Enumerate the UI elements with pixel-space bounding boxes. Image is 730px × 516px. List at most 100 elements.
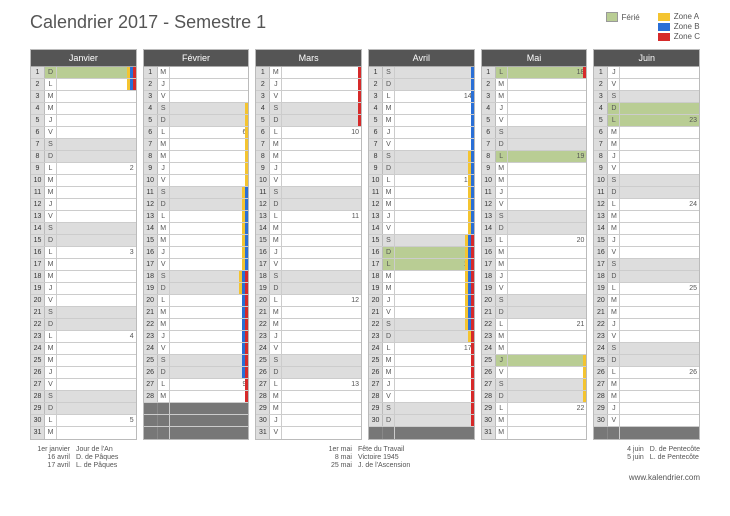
day-row: 20M: [594, 295, 699, 307]
day-of-week: J: [45, 367, 57, 378]
day-number: 1: [256, 67, 270, 78]
zone-bar-c: [471, 343, 474, 354]
zone-bars: [245, 379, 248, 390]
day-number: 12: [369, 199, 383, 210]
day-of-week: M: [45, 343, 57, 354]
day-number: 20: [369, 295, 383, 306]
day-of-week: M: [158, 319, 170, 330]
day-row: 14D: [482, 223, 587, 235]
day-row: 24M: [482, 343, 587, 355]
zone-bars: [358, 91, 361, 102]
day-of-week: M: [608, 223, 620, 234]
day-number: 7: [144, 139, 158, 150]
zone-bars: [242, 295, 248, 306]
day-number: 4: [144, 103, 158, 114]
day-of-week: S: [608, 259, 620, 270]
day-cell: [620, 379, 699, 390]
day-of-week: M: [158, 235, 170, 246]
day-number: 13: [594, 211, 608, 222]
day-of-week: V: [383, 223, 395, 234]
day-of-week: V: [383, 307, 395, 318]
day-of-week: V: [383, 391, 395, 402]
day-number: 31: [482, 427, 496, 439]
day-of-week: D: [383, 331, 395, 342]
day-cell: 12: [282, 295, 361, 306]
day-of-week: S: [45, 391, 57, 402]
day-cell: [620, 259, 699, 270]
zone-bars: [465, 283, 474, 294]
zone-bar-c: [583, 67, 586, 78]
day-cell: [620, 223, 699, 234]
zone-bar-b: [471, 127, 474, 138]
day-cell: [620, 415, 699, 426]
day-cell: [282, 223, 361, 234]
day-cell: [508, 307, 587, 318]
day-number: 28: [594, 391, 608, 402]
day-number: 6: [144, 127, 158, 138]
day-of-week: V: [496, 115, 508, 126]
day-number: 20: [482, 295, 496, 306]
day-of-week: S: [158, 271, 170, 282]
day-row: 2L1: [31, 79, 136, 91]
day-number: 30: [482, 415, 496, 426]
day-row: 18M: [31, 271, 136, 283]
day-row: 5V: [482, 115, 587, 127]
day-row: 14M: [594, 223, 699, 235]
day-cell: [620, 355, 699, 366]
day-cell: [170, 331, 249, 342]
day-row: 12D: [144, 199, 249, 211]
zone-c-label: Zone C: [674, 32, 700, 41]
day-number: 14: [256, 223, 270, 234]
day-cell: [395, 307, 474, 318]
day-cell: [620, 235, 699, 246]
zone-bars: [468, 211, 474, 222]
day-of-week: J: [158, 79, 170, 90]
day-number: 3: [369, 91, 383, 102]
day-number: 21: [594, 307, 608, 318]
day-cell: [395, 235, 474, 246]
day-number: 17: [144, 259, 158, 270]
day-cell: [395, 403, 474, 414]
day-cell: [508, 343, 587, 354]
day-row: 12M: [369, 199, 474, 211]
day-row: 25J: [482, 355, 587, 367]
legend: Férié Zone A Zone B Zone C: [606, 12, 700, 41]
zone-bar-c: [471, 271, 474, 282]
zone-bars: [471, 367, 474, 378]
day-number: 25: [482, 355, 496, 366]
zone-bar-b: [471, 199, 474, 210]
day-of-week: M: [383, 355, 395, 366]
day-of-week: S: [496, 295, 508, 306]
day-cell: [395, 223, 474, 234]
day-number: 1: [594, 67, 608, 78]
day-of-week: V: [270, 259, 282, 270]
day-of-week: D: [270, 283, 282, 294]
zone-bar-a: [245, 127, 248, 138]
day-cell: [282, 199, 361, 210]
day-of-week: S: [496, 379, 508, 390]
day-row: 22M: [144, 319, 249, 331]
day-number: 24: [369, 343, 383, 354]
zone-bar-c: [245, 271, 248, 282]
zone-bars: [242, 235, 248, 246]
day-row: 17V: [144, 259, 249, 271]
zone-bar-c: [245, 307, 248, 318]
day-of-week: S: [158, 103, 170, 114]
day-of-week: S: [270, 187, 282, 198]
day-cell: 7: [170, 211, 249, 222]
day-cell: [508, 247, 587, 258]
day-of-week: D: [45, 235, 57, 246]
day-number: 11: [369, 187, 383, 198]
day-of-week: S: [383, 151, 395, 162]
day-number: 12: [31, 199, 45, 210]
day-row: 11S: [256, 187, 361, 199]
day-number: 22: [31, 319, 45, 330]
zone-bar-b: [245, 247, 248, 258]
day-number: 6: [594, 127, 608, 138]
day-number: 15: [482, 235, 496, 246]
zone-bar-a: [245, 163, 248, 174]
day-of-week: M: [608, 307, 620, 318]
day-cell: [282, 427, 361, 439]
day-cell: [508, 283, 587, 294]
day-row: 20L12: [256, 295, 361, 307]
